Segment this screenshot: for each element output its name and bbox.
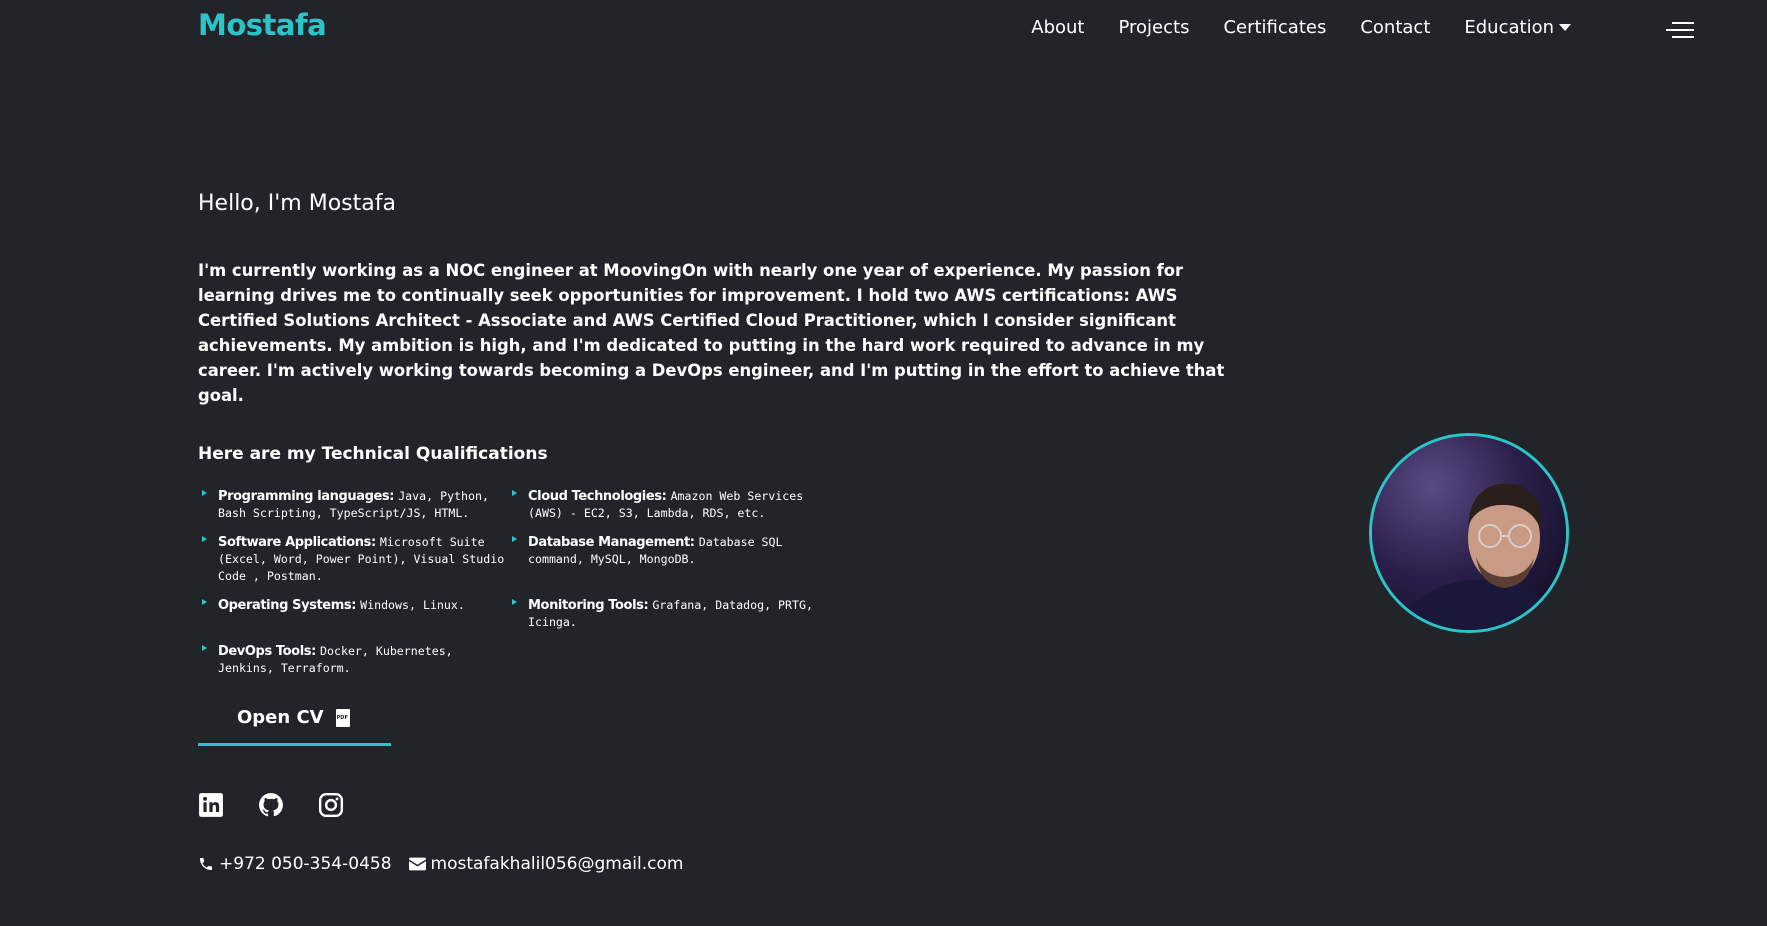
bullet-icon [512,490,517,496]
github-icon[interactable] [258,792,284,818]
qualification-label: Cloud Technologies: [528,489,671,504]
greeting-heading: Hello, I'm Mostafa [198,191,396,216]
nav-link-contact[interactable]: Contact [1360,17,1430,38]
nav-link-about[interactable]: About [1031,17,1084,38]
pdf-file-icon [335,708,350,727]
open-cv-button[interactable]: Open CV [198,692,391,746]
qualification-item: Programming languages: Java, Python, Bas… [198,488,508,522]
email-address: mostafakhalil056@gmail.com [430,854,684,874]
nav-link-projects[interactable]: Projects [1118,17,1189,38]
nav-link-education: Education [1464,17,1554,38]
qualification-item: Monitoring Tools: Grafana, Datadog, PRTG… [508,597,818,631]
contact-info: +972 050-354-0458 mostafakhalil056@gmail… [198,854,700,874]
qualifications-title: Here are my Technical Qualifications [198,444,548,464]
navbar: Mostafa About Projects Certificates Cont… [0,0,1767,56]
bio-paragraph: I'm currently working as a NOC engineer … [198,261,1225,405]
bullet-icon [202,599,207,605]
qualification-item: Software Applications: Microsoft Suite (… [198,534,508,585]
phone-contact[interactable]: +972 050-354-0458 [198,854,392,874]
qualification-value: Windows, Linux. [360,598,465,612]
nav-links: About Projects Certificates Contact Educ… [997,17,1571,38]
qualification-label: Operating Systems: [218,598,361,613]
social-links [198,792,344,818]
qualification-item: Cloud Technologies: Amazon Web Services … [508,488,818,522]
caret-down-icon [1559,24,1571,31]
qualification-label: DevOps Tools: [218,644,321,659]
bullet-icon [202,536,207,542]
qualification-item: Database Management: Database SQL comman… [508,534,818,585]
qualification-label: Database Management: [528,535,699,550]
hamburger-menu-icon[interactable] [1664,22,1694,40]
profile-photo [1369,433,1569,633]
qualification-label: Programming languages: [218,489,399,504]
nav-dropdown-education[interactable]: Education [1464,17,1571,38]
qualifications-list: Programming languages: Java, Python, Bas… [198,488,838,689]
email-contact[interactable]: mostafakhalil056@gmail.com [408,854,684,874]
linkedin-icon[interactable] [198,792,224,818]
phone-icon [200,858,212,870]
bullet-icon [202,490,207,496]
qualification-item: Operating Systems: Windows, Linux. [198,597,508,631]
bullet-icon [512,536,517,542]
qualification-label: Software Applications: [218,535,380,550]
bullet-icon [202,645,207,651]
open-cv-label: Open CV [237,707,324,728]
qualification-label: Monitoring Tools: [528,598,653,613]
brand-logo[interactable]: Mostafa [198,8,327,42]
phone-number: +972 050-354-0458 [219,854,392,874]
nav-link-certificates[interactable]: Certificates [1223,17,1326,38]
envelope-icon [408,857,426,871]
qualification-item: DevOps Tools: Docker, Kubernetes, Jenkin… [198,643,508,677]
instagram-icon[interactable] [318,792,344,818]
bullet-icon [512,599,517,605]
